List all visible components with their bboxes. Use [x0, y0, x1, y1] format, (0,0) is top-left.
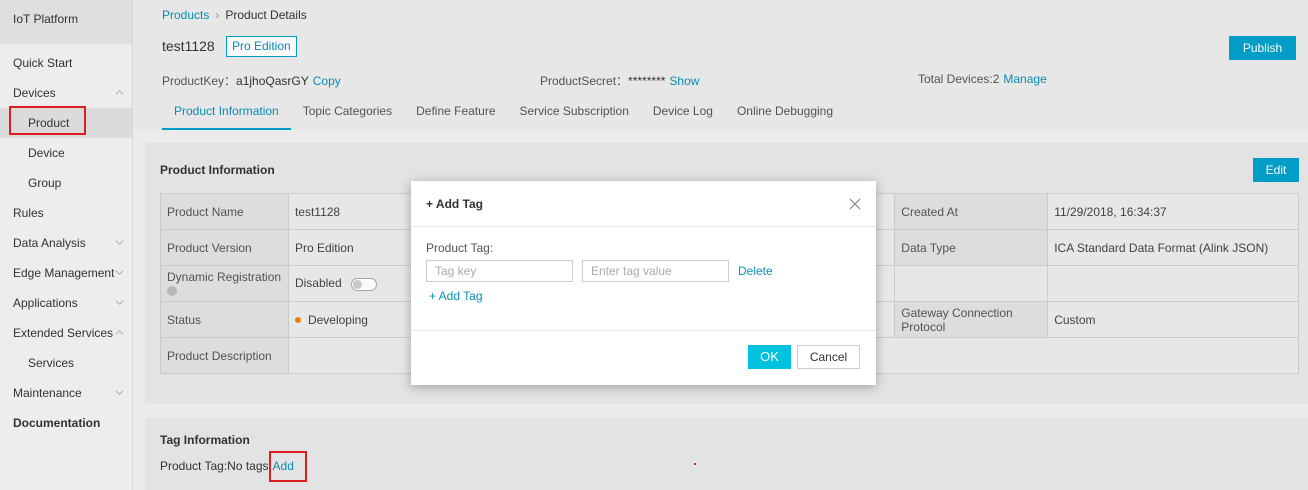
dialog-body: Product Tag: Delete + Add Tag [411, 227, 876, 331]
dialog-title: + Add Tag [426, 197, 483, 211]
ok-button[interactable]: OK [748, 345, 791, 369]
close-icon[interactable] [848, 197, 862, 211]
product-tag-field-label: Product Tag: [426, 241, 494, 255]
dialog-footer: OK Cancel [411, 331, 876, 384]
tag-value-input[interactable] [582, 260, 729, 282]
cancel-button[interactable]: Cancel [797, 345, 860, 369]
delete-tag-link[interactable]: Delete [738, 264, 773, 278]
add-tag-dialog: + Add Tag Product Tag: Delete + Add Tag … [411, 181, 876, 385]
add-another-tag-link[interactable]: + Add Tag [429, 289, 483, 303]
dialog-header: + Add Tag [411, 181, 876, 227]
tag-key-input[interactable] [426, 260, 573, 282]
